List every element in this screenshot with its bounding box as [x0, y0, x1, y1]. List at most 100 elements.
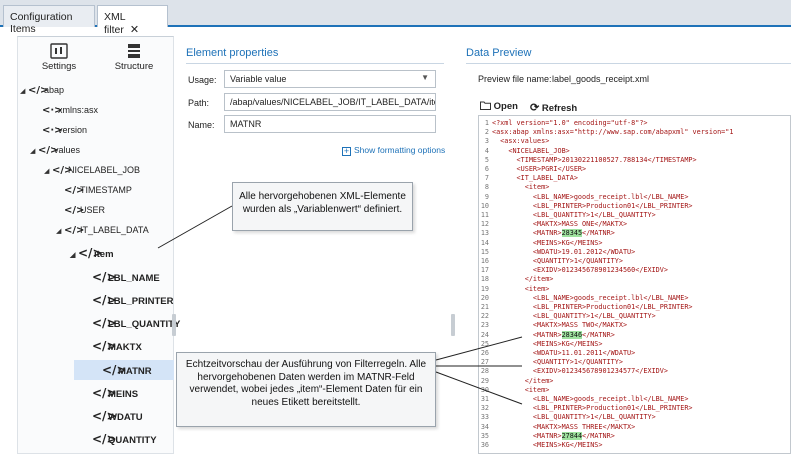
tree-node-values[interactable]: ◢ </>values — [30, 140, 80, 160]
tree-node-wdatu[interactable]: </>WDATU — [84, 406, 143, 426]
refresh-icon: ⟳ — [530, 102, 540, 114]
tree-node-label: LBL_PRINTER — [108, 296, 174, 307]
line-number: 18 — [480, 275, 489, 284]
code-line: 18 </item> — [479, 275, 554, 284]
code-line: 13 <MATNR>28345</MATNR> — [479, 229, 615, 238]
expand-arrow-icon[interactable]: ◢ — [70, 246, 78, 266]
structure-panel: Settings Structure ◢ </>abap <·>xmlns:asx <… — [17, 36, 180, 454]
line-number: 6 — [484, 165, 489, 173]
code-text: <?xml version="1.0" encoding="utf-8"?> — [492, 119, 648, 127]
open-button[interactable]: Open — [480, 101, 518, 112]
xml-element-icon: </> — [92, 270, 117, 284]
tree-node-version[interactable]: <·>version — [34, 120, 87, 140]
code-text: <MEINS>KG</MEINS> — [492, 238, 603, 247]
structure-icon — [128, 44, 140, 58]
tree-node-it-label-data[interactable]: ◢ </>IT_LABEL_DATA — [56, 220, 149, 240]
show-formatting-link[interactable]: + Show formatting options — [342, 145, 445, 156]
expand-arrow-icon[interactable]: ◢ — [30, 142, 38, 162]
usage-value: Variable value — [230, 74, 287, 84]
xml-element-icon: </> — [92, 432, 117, 446]
expand-arrow-icon[interactable]: ◢ — [20, 82, 28, 102]
xml-element-icon: </> — [92, 339, 117, 353]
code-text: <EXIDV>012345678901234577</EXIDV> — [492, 367, 668, 376]
code-line: 7 <IT_LABEL_DATA> — [479, 174, 578, 183]
attribute-icon: <·> — [42, 105, 63, 116]
code-text: </MATNR> — [582, 330, 615, 339]
tree-node-label: LBL_QUANTITY — [108, 319, 181, 330]
tree-node-nicelabel-job[interactable]: ◢ </>NICELABEL_JOB — [44, 160, 140, 180]
tree-node-label: values — [54, 145, 81, 155]
name-label: Name: — [188, 120, 215, 130]
line-number: 26 — [480, 349, 489, 357]
name-field[interactable]: MATNR — [224, 115, 436, 133]
tab-configuration-items[interactable]: Configuration Items — [3, 5, 95, 35]
usage-select[interactable]: Variable value ▼ — [224, 70, 436, 88]
xml-element-icon: </> — [92, 316, 117, 330]
structure-label: Structure — [114, 61, 154, 72]
refresh-label: Refresh — [541, 103, 578, 114]
code-text: <LBL_QUANTITY>1</LBL_QUANTITY> — [492, 413, 656, 422]
code-line: 29 </item> — [479, 377, 554, 386]
open-label: Open — [493, 101, 518, 112]
code-line: 32 <LBL_PRINTER>Production01</LBL_PRINTE… — [479, 404, 693, 413]
code-text: <TIMESTAMP>20130221100527.788134</TIMEST… — [492, 155, 697, 164]
code-line: 1 <?xml version="1.0" encoding="utf-8"?> — [479, 119, 648, 128]
line-number: 19 — [480, 284, 489, 293]
code-text: <item> — [492, 183, 550, 192]
line-number: 21 — [480, 303, 489, 311]
line-number: 3 — [484, 137, 489, 146]
tree-node-lbl-quantity[interactable]: </>LBL_QUANTITY — [84, 313, 180, 333]
line-number: 34 — [480, 422, 489, 431]
settings-button[interactable]: Settings — [28, 43, 90, 75]
xml-element-icon: </> — [38, 145, 59, 156]
xml-element-icon: </> — [64, 225, 85, 236]
tree-node-user[interactable]: </>USER — [56, 200, 105, 220]
tab-bar: Configuration Items XML filter ✕ — [0, 0, 791, 36]
tab-xml-filter[interactable]: XML filter ✕ — [97, 5, 168, 36]
structure-button[interactable]: Structure — [103, 43, 165, 75]
line-number: 33 — [480, 413, 489, 422]
expand-arrow-icon[interactable]: ◢ — [44, 162, 52, 182]
line-number: 35 — [480, 431, 489, 440]
code-line: 8 <item> — [479, 183, 549, 192]
xml-element-icon: </> — [64, 185, 85, 196]
splitter-handle[interactable] — [172, 314, 176, 336]
refresh-button[interactable]: ⟳ Refresh — [530, 101, 577, 114]
code-text: <EXIDV>012345678901234560</EXIDV> — [492, 266, 668, 275]
tree-node-maktx[interactable]: </>MAKTX — [84, 336, 142, 356]
code-line: 25 <MEINS>KG</MEINS> — [479, 340, 603, 349]
tree-node-lbl-name[interactable]: </>LBL_NAME — [84, 267, 160, 287]
code-line: 33 <LBL_QUANTITY>1</LBL_QUANTITY> — [479, 413, 656, 422]
line-number: 36 — [480, 441, 489, 449]
splitter-handle[interactable] — [451, 314, 455, 336]
tree-node-matnr[interactable]: </>MATNR — [74, 360, 174, 380]
tree-node-xmlns-asx[interactable]: <·>xmlns:asx — [34, 100, 98, 120]
line-number: 14 — [480, 238, 489, 247]
tree-node-meins[interactable]: </>MEINS — [84, 383, 138, 403]
code-line: 36 <MEINS>KG</MEINS> — [479, 441, 603, 450]
line-number: 27 — [480, 358, 489, 367]
tree-node-item[interactable]: ◢ </>item — [70, 243, 114, 263]
xml-element-icon: </> — [52, 165, 73, 176]
expand-icon: + — [342, 146, 351, 156]
code-text: <LBL_NAME>goods_receipt.lbl</LBL_NAME> — [492, 192, 689, 201]
expand-arrow-icon[interactable]: ◢ — [56, 222, 64, 242]
tree-node-abap[interactable]: ◢ </>abap — [20, 80, 64, 100]
close-icon[interactable]: ✕ — [130, 24, 139, 36]
line-number: 17 — [480, 266, 489, 275]
tree-node-quantity[interactable]: </>QUANTITY — [84, 429, 157, 449]
settings-icon — [50, 43, 68, 59]
tree-node-lbl-printer[interactable]: </>LBL_PRINTER — [84, 290, 173, 310]
code-line: 19 <item> — [479, 285, 549, 294]
code-text: <MATNR> — [492, 229, 562, 238]
usage-label: Usage: — [188, 75, 217, 85]
tree-node-label: item — [94, 249, 114, 260]
code-line: 34 <MAKTX>MASS THREE</MAKTX> — [479, 423, 635, 432]
line-number: 30 — [480, 385, 489, 394]
path-field[interactable]: /abap/values/NICELABEL_JOB/IT_LABEL_DATA… — [224, 93, 436, 111]
xml-preview[interactable]: 1 <?xml version="1.0" encoding="utf-8"?> 2… — [478, 115, 791, 454]
code-text: <item> — [492, 284, 550, 293]
tree-node-label: USER — [80, 205, 106, 215]
code-line: 26 <WDATU>11.01.2011</WDATU> — [479, 349, 635, 358]
tree-node-timestamp[interactable]: </>TIMESTAMP — [56, 180, 132, 200]
